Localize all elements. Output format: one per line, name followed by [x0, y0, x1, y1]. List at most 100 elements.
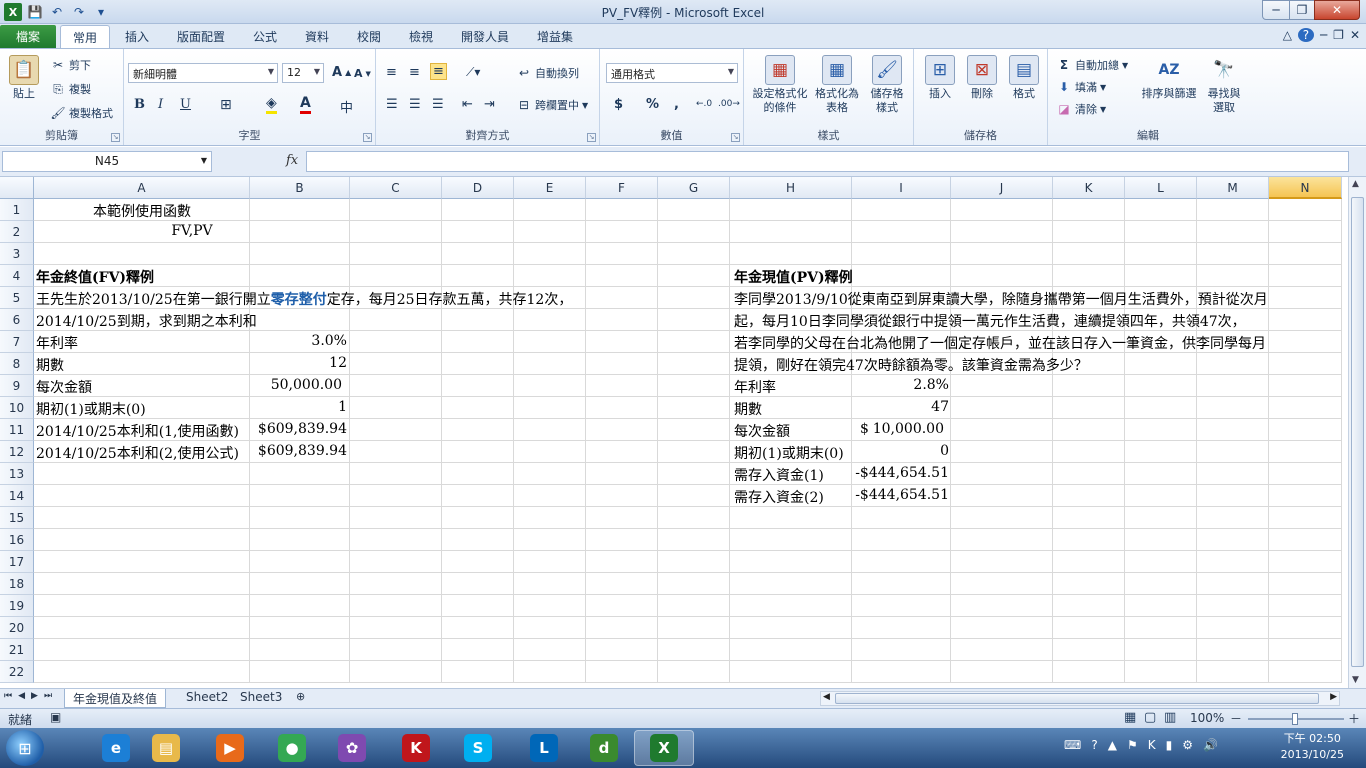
column-header-G[interactable]: G: [658, 177, 730, 199]
cell-I12[interactable]: 0: [852, 443, 949, 459]
cell-H13[interactable]: 需存入資金(1): [734, 465, 824, 485]
row-header-6[interactable]: 6: [0, 309, 34, 331]
cell-A6[interactable]: 2014/10/25到期，求到期之本利和: [36, 311, 257, 331]
insert-cells-button[interactable]: ⊞ 插入: [920, 55, 960, 101]
name-box[interactable]: N45 ▼: [2, 151, 212, 172]
column-header-M[interactable]: M: [1197, 177, 1269, 199]
workbook-minimize-icon[interactable]: ─: [1320, 28, 1327, 42]
cell-H6[interactable]: 起，每月10日李同學須從銀行中提領一萬元作生活費，連續提領四年，共領47次，: [734, 311, 1246, 331]
row-header-16[interactable]: 16: [0, 529, 34, 551]
row-header-18[interactable]: 18: [0, 573, 34, 595]
tab-review[interactable]: 校閱: [357, 28, 381, 45]
page-break-view-icon[interactable]: ▥: [1164, 710, 1176, 725]
row-header-7[interactable]: 7: [0, 331, 34, 353]
increase-decimal-icon[interactable]: ←.0: [696, 99, 712, 109]
taskbar-app-5[interactable]: ✿: [322, 730, 382, 766]
clipboard-launcher-icon[interactable]: ↘: [111, 133, 120, 142]
sheet-tab-2[interactable]: Sheet2: [178, 689, 236, 708]
cell-I14[interactable]: -$444,654.51: [852, 487, 949, 503]
page-layout-view-icon[interactable]: ▢: [1144, 710, 1156, 725]
italic-button[interactable]: I: [158, 97, 163, 112]
align-top-icon[interactable]: ≡: [386, 65, 397, 80]
cell-B8[interactable]: 12: [250, 355, 347, 371]
format-as-table-button[interactable]: ▦ 格式化為 表格: [812, 55, 862, 115]
align-center-icon[interactable]: ☰: [409, 97, 421, 112]
column-header-F[interactable]: F: [586, 177, 658, 199]
cell-H5[interactable]: 李同學2013/9/10從東南亞到屏東讀大學，除隨身攜帶第一個月生活費外，預計從…: [734, 289, 1268, 309]
cell-H14[interactable]: 需存入資金(2): [734, 487, 824, 507]
taskbar-app-9[interactable]: d: [574, 730, 634, 766]
format-painter-button[interactable]: 🖌 複製格式: [50, 105, 113, 121]
spreadsheet-grid[interactable]: ABCDEFGHIJKLMN 1 2 3 4 5 6 7 8 9 10 11 12 13 14 15 16 17…: [0, 177, 1348, 687]
tab-file[interactable]: 檔案: [0, 25, 56, 48]
cut-button[interactable]: ✂ 剪下: [50, 57, 91, 73]
zoom-slider-thumb[interactable]: [1292, 713, 1298, 725]
close-button[interactable]: ✕: [1314, 0, 1360, 20]
zoom-level[interactable]: 100%: [1190, 711, 1224, 725]
sheet-tab-3[interactable]: Sheet3: [232, 689, 290, 708]
workbook-restore-icon[interactable]: ❐: [1333, 28, 1344, 42]
row-header-22[interactable]: 22: [0, 661, 34, 683]
orientation-icon[interactable]: ⟋▾: [466, 65, 480, 80]
decrease-decimal-icon[interactable]: .00→: [718, 99, 740, 109]
font-launcher-icon[interactable]: ↘: [363, 133, 372, 142]
row-header-10[interactable]: 10: [0, 397, 34, 419]
column-header-H[interactable]: H: [730, 177, 852, 199]
cell-H4[interactable]: 年金現值(PV)釋例: [734, 267, 853, 287]
cell-A5[interactable]: 王先生於2013/10/25在第一銀行開立零存整付定存，每月25日存款五萬，共存…: [36, 289, 572, 309]
taskbar-app-10[interactable]: X: [634, 730, 694, 766]
column-header-K[interactable]: K: [1053, 177, 1125, 199]
number-format-select[interactable]: 通用格式 ▼: [606, 63, 738, 83]
select-all-corner[interactable]: [0, 177, 34, 199]
paste-button[interactable]: 📋 貼上: [6, 55, 42, 101]
row-header-11[interactable]: 11: [0, 419, 34, 441]
cell-H9[interactable]: 年利率: [734, 377, 776, 397]
copy-button[interactable]: ⎘ 複製: [50, 81, 91, 97]
column-header-N[interactable]: N: [1269, 177, 1342, 199]
cell-A8[interactable]: 期數: [36, 355, 64, 375]
row-header-21[interactable]: 21: [0, 639, 34, 661]
tab-view[interactable]: 檢視: [409, 28, 433, 45]
usb-icon[interactable]: ⚙: [1182, 738, 1193, 752]
zoom-in-button[interactable]: ＋: [1348, 710, 1360, 727]
row-header-3[interactable]: 3: [0, 243, 34, 265]
taskbar-app-2[interactable]: ▤: [136, 730, 196, 766]
tab-home[interactable]: 常用: [60, 25, 111, 48]
row-header-2[interactable]: 2: [0, 221, 34, 243]
cell-H8[interactable]: 提領，剛好在領完47次時餘額為零。該筆資金需為多少？: [734, 355, 1088, 375]
scroll-up-icon[interactable]: ▲: [1352, 179, 1359, 189]
column-header-A[interactable]: A: [34, 177, 250, 199]
cell-I9[interactable]: 2.8%: [852, 377, 949, 393]
help-tray-icon[interactable]: ?: [1091, 738, 1097, 752]
cell-I13[interactable]: -$444,654.51: [852, 465, 949, 481]
tab-addins[interactable]: 增益集: [537, 28, 573, 45]
cell-A11[interactable]: 2014/10/25本利和(1,使用函數): [36, 421, 239, 441]
horizontal-scrollbar[interactable]: ◀ ▶: [820, 691, 1340, 706]
keyboard-icon[interactable]: ⌨: [1064, 738, 1081, 752]
scroll-down-icon[interactable]: ▼: [1352, 675, 1359, 685]
row-header-9[interactable]: 9: [0, 375, 34, 397]
network-icon[interactable]: ▮: [1166, 738, 1173, 752]
antivirus-tray-icon[interactable]: K: [1148, 738, 1156, 752]
minimize-button[interactable]: ─: [1262, 0, 1290, 20]
comma-button[interactable]: ,: [674, 97, 679, 112]
row-header-1[interactable]: 1: [0, 199, 34, 221]
shrink-font-button[interactable]: A ▼: [354, 67, 371, 80]
column-header-J[interactable]: J: [951, 177, 1053, 199]
sort-filter-button[interactable]: AZ 排序與篩選: [1138, 55, 1200, 101]
taskbar-app-7[interactable]: S: [448, 730, 508, 766]
cell-B7[interactable]: 3.0%: [250, 333, 347, 349]
cell-H12[interactable]: 期初(1)或期末(0): [734, 443, 844, 463]
tab-developer[interactable]: 開發人員: [461, 28, 509, 45]
horizontal-scroll-thumb[interactable]: [835, 693, 1319, 704]
cell-B12[interactable]: $609,839.94: [250, 443, 347, 459]
currency-button[interactable]: $: [614, 97, 623, 112]
row-header-17[interactable]: 17: [0, 551, 34, 573]
row-header-8[interactable]: 8: [0, 353, 34, 375]
formula-input[interactable]: [306, 151, 1349, 172]
taskbar-app-6[interactable]: K: [386, 730, 446, 766]
cell-A10[interactable]: 期初(1)或期末(0): [36, 399, 146, 419]
cell-H7[interactable]: 若李同學的父母在台北為他開了一個定存帳戶，並在該日存入一筆資金，供李同學每月: [734, 333, 1266, 353]
insert-function-button[interactable]: fx: [286, 153, 298, 168]
row-header-13[interactable]: 13: [0, 463, 34, 485]
